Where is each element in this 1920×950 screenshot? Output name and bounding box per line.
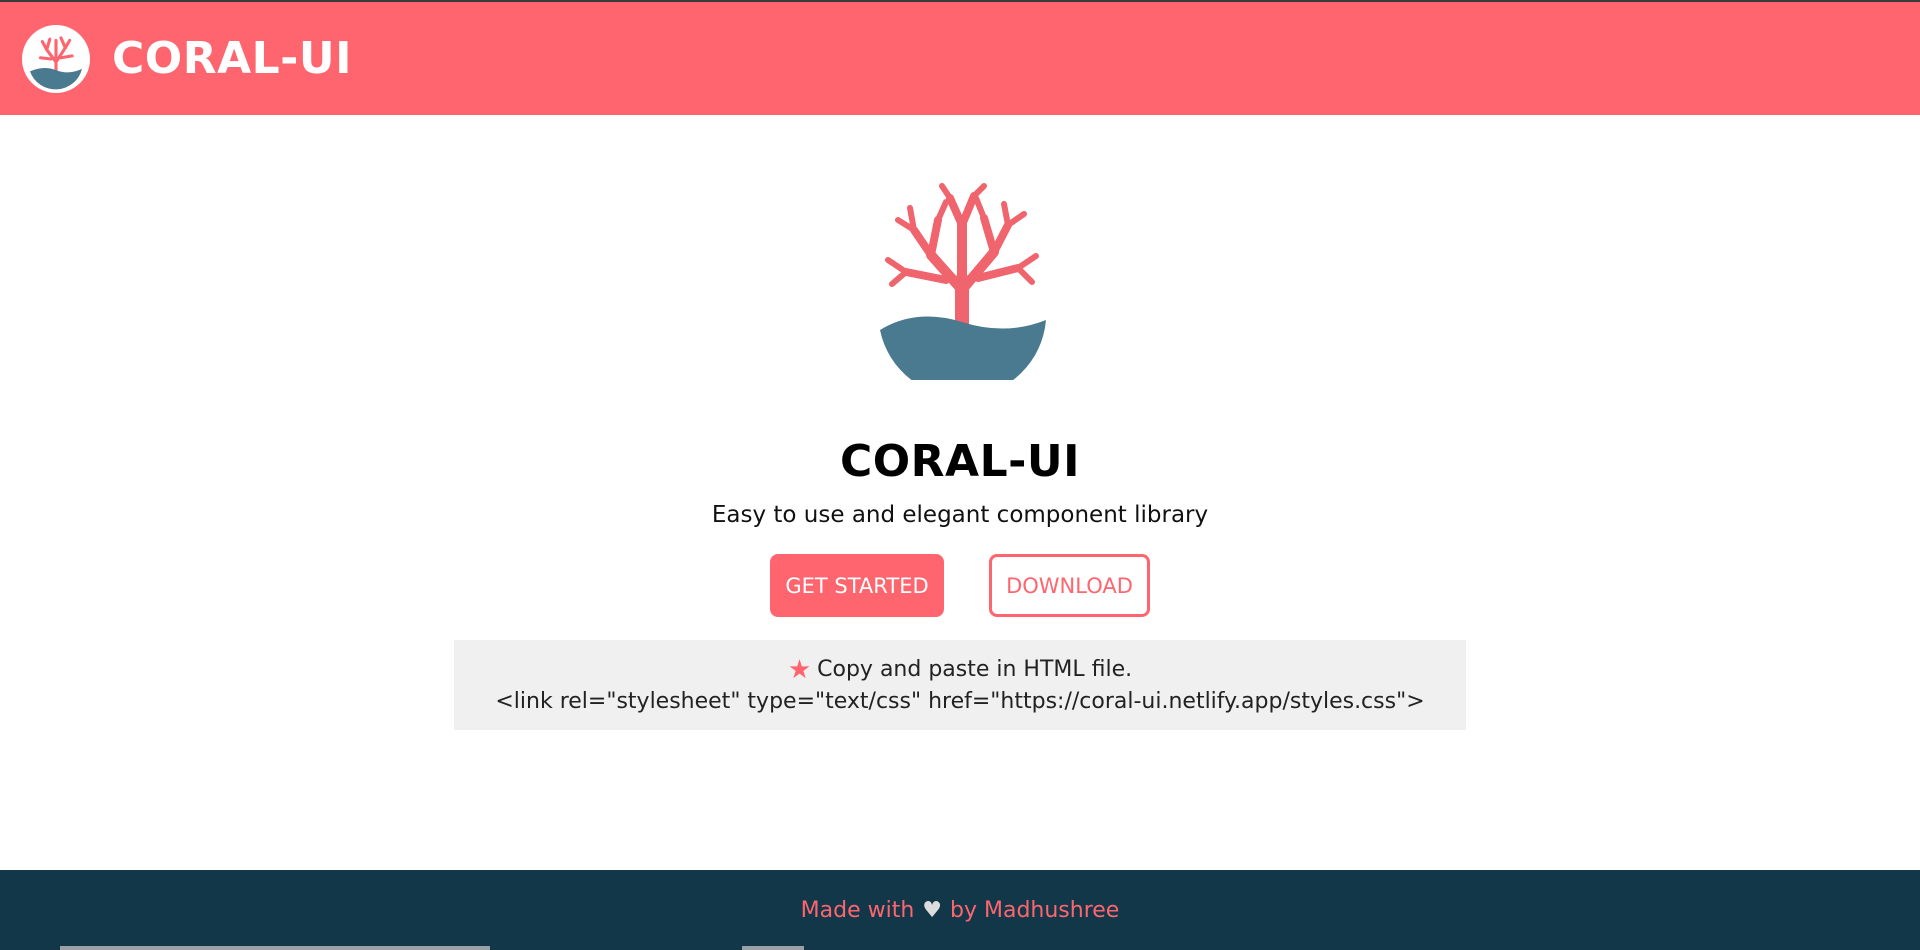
download-button[interactable]: DOWNLOAD	[989, 554, 1150, 617]
get-started-button[interactable]: GET STARTED	[770, 554, 944, 617]
install-instruction: Copy and paste in HTML file.	[817, 657, 1133, 682]
install-code[interactable]: <link rel="stylesheet" type="text/css" h…	[495, 689, 1424, 714]
app-footer: Made with ♥ by Madhushree	[0, 870, 1920, 950]
coral-logo-icon[interactable]	[22, 24, 90, 93]
install-snippet: ★ Copy and paste in HTML file. <link rel…	[454, 640, 1466, 730]
hero-title: CORAL-UI	[839, 436, 1081, 487]
install-instruction-row: ★ Copy and paste in HTML file.	[788, 657, 1132, 683]
taskbar-item	[60, 946, 490, 950]
header-title[interactable]: CORAL-UI	[112, 33, 352, 84]
hero-subtitle: Easy to use and elegant component librar…	[711, 502, 1209, 528]
footer-made-with: Made with	[800, 897, 915, 923]
taskbar-item	[742, 946, 804, 950]
app-header: CORAL-UI	[0, 0, 1920, 115]
heart-icon: ♥	[922, 897, 943, 923]
coral-logo-icon	[876, 180, 1048, 398]
star-icon: ★	[787, 654, 812, 685]
footer-author: by Madhushree	[950, 897, 1120, 923]
